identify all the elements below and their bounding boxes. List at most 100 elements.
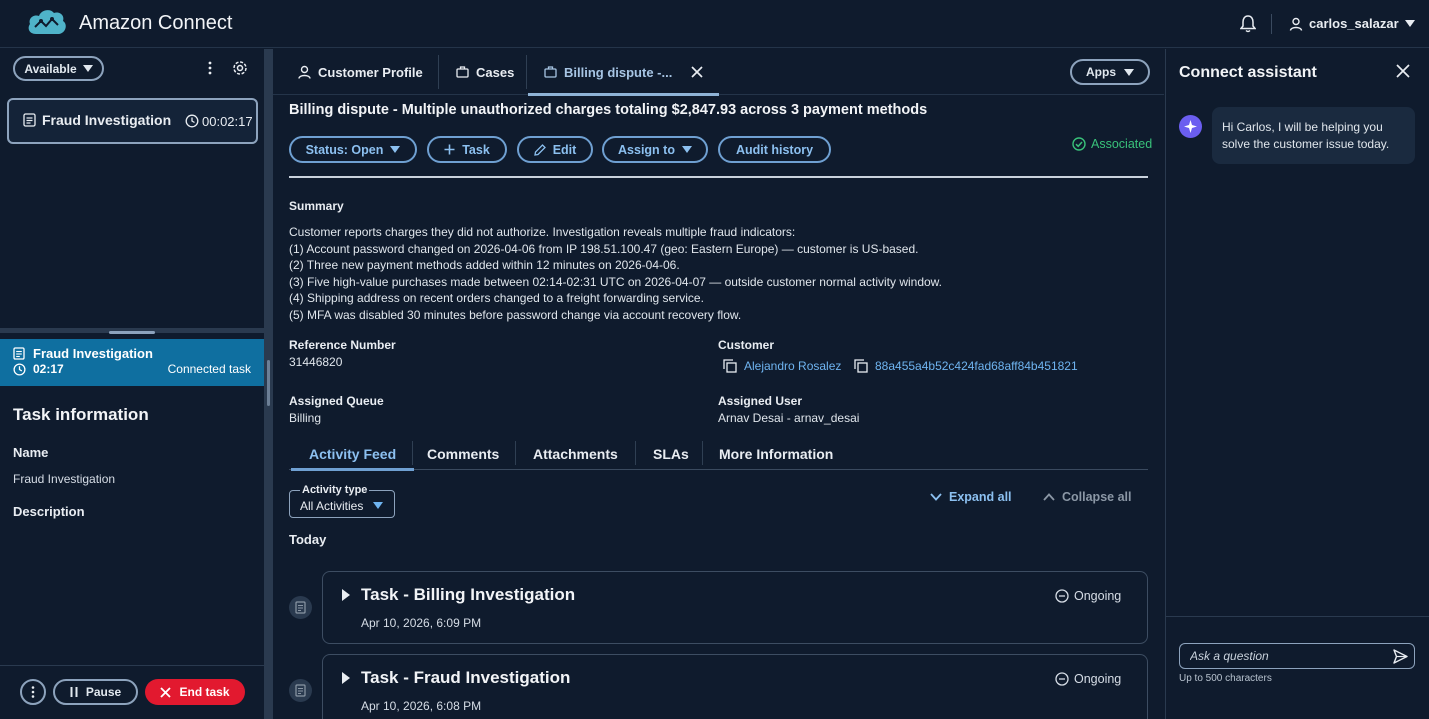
tab-more-information[interactable]: More Information (701, 437, 851, 470)
more-actions-button[interactable] (20, 679, 46, 705)
agent-status-label: Available (24, 61, 77, 76)
chevron-down-icon (1124, 68, 1134, 76)
assigned-queue-value: Billing (289, 411, 322, 425)
chevron-down-icon (82, 65, 93, 72)
character-limit-hint: Up to 500 characters (1179, 673, 1272, 684)
chevron-up-icon (1043, 493, 1055, 501)
copy-icon[interactable] (854, 359, 868, 373)
apps-dropdown[interactable]: Apps (1070, 59, 1150, 85)
expand-all-button[interactable]: Expand all (930, 490, 1012, 504)
activity-title: Task - Billing Investigation (361, 585, 576, 604)
close-tab-icon[interactable] (691, 66, 703, 78)
tab-activity-feed[interactable]: Activity Feed (291, 437, 415, 471)
activity-item[interactable]: Task - Fraud Investigation Apr 10, 2026,… (322, 654, 1148, 719)
activity-type-label: Activity type (300, 484, 370, 496)
task-document-icon (289, 596, 312, 619)
customer-id-link[interactable]: 88a455a4b52c424fad68aff84b451821 (854, 359, 1078, 373)
tab-cases[interactable]: Cases (456, 49, 514, 95)
assistant-avatar (1179, 115, 1202, 138)
plus-icon (444, 144, 455, 155)
clock-icon (185, 114, 199, 128)
activity-type-value: All Activities (300, 499, 364, 513)
add-task-button[interactable]: Task (427, 136, 507, 163)
settings-gear-icon[interactable] (232, 60, 248, 76)
task-document-icon (23, 113, 36, 127)
collapse-all-button[interactable]: Collapse all (1043, 490, 1131, 504)
pause-button[interactable]: Pause (53, 679, 138, 705)
edit-button[interactable]: Edit (517, 136, 593, 163)
more-options-icon[interactable] (204, 60, 216, 76)
copy-icon[interactable] (723, 359, 737, 373)
tab-divider (438, 55, 439, 89)
task-name-value: Fraud Investigation (13, 472, 116, 486)
tab-customer-profile[interactable]: Customer Profile (298, 49, 423, 95)
check-circle-icon (1072, 137, 1086, 151)
expand-caret-icon[interactable] (342, 589, 350, 601)
tab-comments[interactable]: Comments (409, 437, 517, 470)
sparkle-icon (1184, 120, 1197, 133)
status-dropdown[interactable]: Status: Open (289, 136, 417, 163)
splitter-grip[interactable] (267, 360, 270, 406)
agent-status-dropdown[interactable]: Available (13, 56, 104, 81)
date-group-heading: Today (289, 532, 327, 547)
assistant-message: Hi Carlos, I will be helping you solve t… (1212, 107, 1415, 164)
send-icon[interactable] (1393, 649, 1408, 664)
pencil-icon (533, 143, 546, 156)
contact-name: Fraud Investigation (42, 112, 172, 128)
clock-icon (13, 363, 26, 376)
customer-name-link[interactable]: Alejandro Rosalez (723, 359, 841, 373)
summary-text: Customer reports charges they did not au… (289, 224, 1149, 323)
audit-history-button[interactable]: Audit history (718, 136, 831, 163)
associated-label: Associated (1091, 137, 1153, 151)
tab-billing-dispute[interactable]: Billing dispute -... (528, 49, 720, 96)
customer-name[interactable]: Alejandro Rosalez (744, 359, 841, 373)
top-bar: Amazon Connect carlos_salazar (0, 0, 1429, 48)
chevron-down-icon (681, 146, 692, 153)
expand-all-label: Expand all (949, 490, 1012, 504)
task-name-label: Name (13, 445, 49, 460)
assistant-title: Connect assistant (1179, 64, 1317, 81)
activity-title: Task - Fraud Investigation (361, 668, 571, 687)
chevron-down-icon (373, 502, 383, 509)
tab-label: Customer Profile (318, 64, 423, 80)
top-divider (1271, 14, 1272, 34)
amazon-connect-logo-icon (28, 10, 66, 34)
briefcase-icon (456, 66, 469, 78)
task-document-icon (13, 347, 25, 360)
notification-bell-icon[interactable] (1240, 15, 1256, 33)
apps-label: Apps (1086, 65, 1116, 79)
assistant-divider (1166, 616, 1429, 617)
tab-label: Billing dispute -... (564, 64, 673, 80)
summary-line: (4) Shipping address on recent orders ch… (289, 291, 704, 305)
user-name: carlos_salazar (1309, 16, 1399, 31)
close-icon[interactable] (1396, 64, 1410, 78)
user-icon (298, 65, 311, 79)
pause-icon (70, 687, 78, 697)
end-task-label: End task (179, 685, 230, 699)
assign-to-dropdown[interactable]: Assign to (602, 136, 708, 163)
summary-heading: Summary (289, 199, 344, 213)
reference-number-value: 31446820 (289, 355, 343, 369)
customer-label: Customer (718, 338, 775, 352)
chevron-down-icon (390, 146, 401, 153)
contact-card[interactable]: Fraud Investigation 00:02:17 (7, 98, 258, 144)
chevron-down-icon (930, 493, 942, 501)
tab-slas[interactable]: SLAs (635, 437, 707, 470)
activity-status: Ongoing (1055, 672, 1121, 686)
customer-id[interactable]: 88a455a4b52c424fad68aff84b451821 (875, 359, 1078, 373)
close-icon (160, 686, 172, 698)
activity-date: Apr 10, 2026, 6:09 PM (361, 616, 482, 630)
active-task-bar[interactable]: Fraud Investigation 02:17 Connected task (0, 339, 264, 386)
user-menu[interactable]: carlos_salazar (1289, 16, 1415, 31)
activity-item[interactable]: Task - Billing Investigation Apr 10, 202… (322, 571, 1148, 644)
activity-status-label: Ongoing (1074, 672, 1122, 686)
expand-caret-icon[interactable] (342, 672, 350, 684)
ask-question-input[interactable] (1179, 643, 1415, 669)
tab-attachments[interactable]: Attachments (515, 437, 636, 470)
end-task-button[interactable]: End task (145, 679, 245, 705)
tab-label: Cases (476, 64, 515, 80)
chevron-down-icon (1404, 20, 1415, 27)
resize-handle[interactable] (109, 331, 155, 334)
action-divider (0, 665, 264, 666)
task-information-heading: Task information (13, 405, 149, 424)
